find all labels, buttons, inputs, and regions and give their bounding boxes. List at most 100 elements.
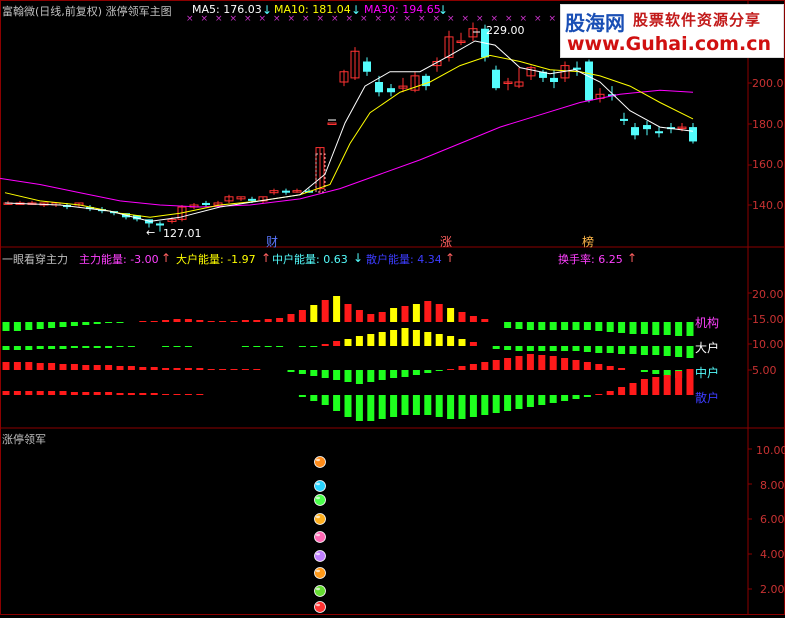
energy-bar-jigou <box>36 322 44 329</box>
energy-bar-dahu <box>184 346 192 347</box>
signal-mark: × <box>447 14 455 24</box>
energy-bar-zhonghu <box>640 370 648 372</box>
energy-bar-jigou <box>287 314 295 322</box>
energy-bar-dahu <box>321 344 329 346</box>
energy-bar-zhonghu <box>48 363 56 370</box>
marker-bang: 榜 <box>582 235 595 249</box>
energy-bar-sanhu <box>401 395 409 415</box>
energy-bar-sanhu <box>675 371 683 395</box>
energy-bar-jigou <box>538 322 546 330</box>
energy-bar-zhonghu <box>25 362 33 370</box>
energy-bar-dahu <box>572 346 580 351</box>
energy-bar-sanhu <box>561 395 569 401</box>
energy-bar-jigou <box>367 314 375 322</box>
energy-bar-jigou <box>424 301 432 322</box>
energy-bar-sanhu <box>150 393 158 395</box>
energy-bar-dahu <box>127 346 135 347</box>
energy-bar-sanhu <box>367 395 375 421</box>
energy-bar-sanhu <box>162 394 170 395</box>
fruit-icon-shine <box>316 552 320 556</box>
signal-mark: × <box>491 14 499 24</box>
header-arrow: ↓ <box>353 251 363 265</box>
energy-bar-dahu <box>561 346 569 351</box>
energy-bar-jigou <box>526 322 534 330</box>
energy-bar-jigou <box>583 322 591 330</box>
butterfly-icon <box>314 480 326 492</box>
energy-bar-zhonghu <box>82 365 90 370</box>
energy-bar-zhonghu <box>401 370 409 377</box>
y-tick: 10.00 <box>752 338 784 351</box>
y-tick: 180.0 <box>752 118 784 131</box>
candle-body <box>655 131 663 134</box>
energy-bar-dahu <box>355 336 363 346</box>
signal-mark: × <box>534 14 542 24</box>
energy-bar-zhonghu <box>127 366 135 370</box>
energy-bar-sanhu <box>629 383 637 395</box>
orange-icon-shine <box>316 569 320 573</box>
energy-bar-zhonghu <box>13 362 21 370</box>
row-label-jigou: 机构 <box>695 316 720 330</box>
gem-icon <box>314 513 326 525</box>
y-tick: 10.00 <box>756 444 785 457</box>
candle-body <box>492 69 500 89</box>
energy-bar-dahu <box>504 346 512 350</box>
energy-bar-zhonghu <box>606 366 614 370</box>
gem-icon-shine <box>316 533 320 537</box>
energy-bar-sanhu <box>184 394 192 395</box>
y-tick: 160.0 <box>752 158 784 171</box>
energy-bar-jigou <box>652 322 660 335</box>
energy-bar-dahu <box>82 346 90 348</box>
energy-bar-sanhu <box>13 391 21 395</box>
chart-canvas[interactable]: ×××××××××××××××××××××××××××××××××××××←↓↓… <box>0 0 785 615</box>
energy-bar-jigou <box>264 319 272 322</box>
energy-bar-dahu <box>253 346 261 347</box>
energy-bar-zhonghu <box>241 369 249 370</box>
energy-bar-jigou <box>150 321 158 322</box>
signal-mark: × <box>549 14 557 24</box>
energy-bar-dahu <box>538 346 546 351</box>
energy-bar-jigou <box>435 304 443 322</box>
energy-bar-dahu <box>595 346 603 353</box>
energy-bar-jigou <box>310 305 318 322</box>
watermark-url: www.Guhai.com.cn <box>567 33 771 55</box>
energy-bar-zhonghu <box>458 366 466 370</box>
energy-bar-zhonghu <box>561 358 569 370</box>
energy-bar-sanhu <box>127 393 135 395</box>
energy-bar-zhonghu <box>298 370 306 374</box>
energy-bar-sanhu <box>196 394 204 395</box>
energy-bar-zhonghu <box>447 369 455 370</box>
energy-bar-jigou <box>321 300 329 322</box>
dahu-label: 大户能量: -1.97 <box>176 253 256 266</box>
low-price-label: 127.01 <box>163 227 202 240</box>
y-tick: 140.0 <box>752 199 784 212</box>
energy-bar-dahu <box>162 346 170 347</box>
energy-bar-zhonghu <box>139 367 147 370</box>
energy-bar-jigou <box>378 312 386 322</box>
header-arrow: ↑ <box>261 251 271 265</box>
energy-bar-zhonghu <box>230 369 238 370</box>
energy-bar-zhonghu <box>59 364 67 370</box>
marker-zhang: 涨 <box>440 235 453 249</box>
energy-bar-zhonghu <box>424 370 432 373</box>
energy-bar-sanhu <box>583 395 591 397</box>
energy-bar-dahu <box>25 346 33 350</box>
energy-bar-jigou <box>686 322 694 336</box>
chart-frame <box>0 0 785 615</box>
y-tick: 2.00 <box>760 583 785 596</box>
energy-bar-sanhu <box>412 395 420 415</box>
energy-bar-sanhu <box>298 395 306 397</box>
energy-bar-sanhu <box>549 395 557 403</box>
energy-bar-sanhu <box>139 393 147 395</box>
energy-bar-zhonghu <box>412 370 420 375</box>
candle-body <box>282 190 290 193</box>
butterfly-icon-shine <box>316 482 320 486</box>
apple-icon <box>314 601 326 613</box>
energy-bar-jigou <box>276 318 284 322</box>
energy-bar-jigou <box>412 304 420 322</box>
energy-bar-zhonghu <box>549 356 557 370</box>
energy-bar-sanhu <box>458 395 466 419</box>
energy-bar-sanhu <box>25 391 33 395</box>
energy-bar-sanhu <box>606 391 614 395</box>
energy-bar-jigou <box>70 322 78 326</box>
energy-bar-jigou <box>355 310 363 322</box>
